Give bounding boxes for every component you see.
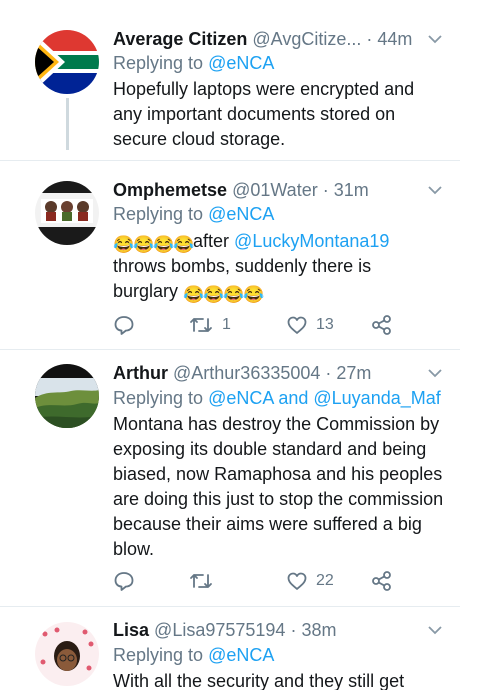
avatar[interactable]	[35, 622, 99, 686]
replying-to: Replying to @eNCA	[113, 52, 274, 74]
timestamp[interactable]: · 44m	[366, 29, 412, 49]
like-button[interactable]: 22	[286, 569, 334, 593]
tweet-average-citizen[interactable]: Average Citizen @AvgCitize... · 44m Repl…	[0, 0, 460, 160]
laughing-emoji-icon: 😂	[153, 235, 175, 254]
reply-icon	[114, 316, 134, 335]
replying-to-label: Replying to	[113, 53, 209, 73]
tweet-actions: 22	[113, 569, 413, 593]
author-name[interactable]: Arthur	[113, 363, 168, 383]
laughing-emoji-icon: 😂	[183, 285, 205, 304]
retweet-icon	[190, 318, 212, 332]
author-handle[interactable]: @Lisa97575194	[154, 620, 285, 640]
tweet-text-segment: burglary	[113, 281, 179, 301]
timestamp[interactable]: · 31m	[323, 180, 369, 200]
chevron-down-icon[interactable]	[427, 368, 443, 378]
retweet-button[interactable]	[188, 569, 222, 593]
laughing-emoji-icon: 😂	[173, 235, 195, 254]
share-button[interactable]	[371, 569, 393, 593]
avatar[interactable]	[35, 364, 99, 428]
tweet-omphemetse[interactable]: Omphemetse @01Water · 31m Replying to @e…	[0, 161, 460, 349]
laughing-emoji-icon: 😂	[243, 285, 265, 304]
like-button[interactable]: 13	[286, 313, 334, 337]
tweet-text-line: throws bombs, suddenly there is	[113, 256, 372, 276]
chevron-down-icon[interactable]	[427, 185, 443, 195]
retweet-icon	[190, 574, 212, 588]
replying-to: Replying to @eNCA	[113, 644, 274, 666]
timestamp[interactable]: · 27m	[325, 363, 371, 383]
like-count: 13	[316, 316, 334, 333]
tweet-text-segment: after	[193, 231, 230, 251]
south-africa-flag-avatar	[35, 30, 99, 94]
laughing-emoji-icon: 😂	[203, 285, 225, 304]
replying-to: Replying to @eNCA and @Luyanda_Maf	[113, 387, 441, 409]
replying-to-mention[interactable]: @eNCA	[208, 645, 274, 665]
replying-to-label: Replying to	[113, 204, 209, 224]
landscape-photo-avatar	[35, 364, 99, 428]
tweet-text: Montana has destroy the Commission by ex…	[113, 414, 444, 559]
laughing-emoji-icon: 😂	[133, 235, 155, 254]
tweet-actions: 1 13	[113, 313, 413, 337]
replying-to-label: Replying to	[113, 388, 209, 408]
reply-button[interactable]	[113, 569, 143, 593]
replying-to-mention[interactable]: @eNCA and @Luyanda_Maf	[208, 388, 441, 408]
laughing-emoji-icon: 😂	[113, 235, 135, 254]
heart-icon	[287, 316, 307, 334]
author-handle[interactable]: @01Water	[232, 180, 318, 200]
avatar[interactable]	[35, 30, 99, 94]
author-handle[interactable]: @Arthur36335004	[173, 363, 320, 383]
laughing-emoji-icon: 😂	[223, 285, 245, 304]
screen-edge	[460, 0, 480, 690]
heart-icon	[287, 572, 307, 590]
reply-icon	[114, 572, 134, 591]
timestamp[interactable]: · 38m	[290, 620, 336, 640]
tweet-text: With all the security and they still get	[113, 671, 405, 690]
group-photo-avatar	[35, 181, 99, 245]
profile-photo-avatar	[35, 622, 99, 686]
retweet-count: 1	[222, 316, 231, 333]
reply-button[interactable]	[113, 313, 143, 337]
replying-to-label: Replying to	[113, 645, 209, 665]
like-count: 22	[316, 572, 334, 589]
tweet-lisa[interactable]: Lisa @Lisa97575194 · 38m Replying to @eN…	[0, 607, 460, 690]
chevron-down-icon[interactable]	[427, 34, 443, 44]
retweet-button[interactable]: 1	[188, 313, 231, 337]
author-name[interactable]: Omphemetse	[113, 180, 227, 200]
share-button[interactable]	[371, 313, 393, 337]
share-icon	[372, 315, 391, 335]
author-name[interactable]: Average Citizen	[113, 29, 247, 49]
avatar[interactable]	[35, 181, 99, 245]
replying-to: Replying to @eNCA	[113, 203, 274, 225]
tweet-text-line: burglary 😂😂😂😂	[113, 279, 443, 304]
replying-to-mention[interactable]: @eNCA	[208, 53, 274, 73]
author-handle[interactable]: @AvgCitize...	[252, 29, 361, 49]
tweet-arthur[interactable]: Arthur @Arthur36335004 · 27m Replying to…	[0, 350, 460, 606]
thread-line	[66, 98, 69, 150]
tweet-text: Hopefully laptops were encrypted and any…	[113, 79, 415, 149]
share-icon	[372, 571, 391, 591]
tweet-mention[interactable]: @LuckyMontana19	[234, 231, 389, 251]
tweet-text-line: 😂😂😂😂after @LuckyMontana19	[113, 229, 443, 254]
chevron-down-icon[interactable]	[427, 625, 443, 635]
tweet-text: 😂😂😂😂after @LuckyMontana19 throws bombs, …	[113, 229, 443, 304]
author-name[interactable]: Lisa	[113, 620, 149, 640]
replying-to-mention[interactable]: @eNCA	[208, 204, 274, 224]
